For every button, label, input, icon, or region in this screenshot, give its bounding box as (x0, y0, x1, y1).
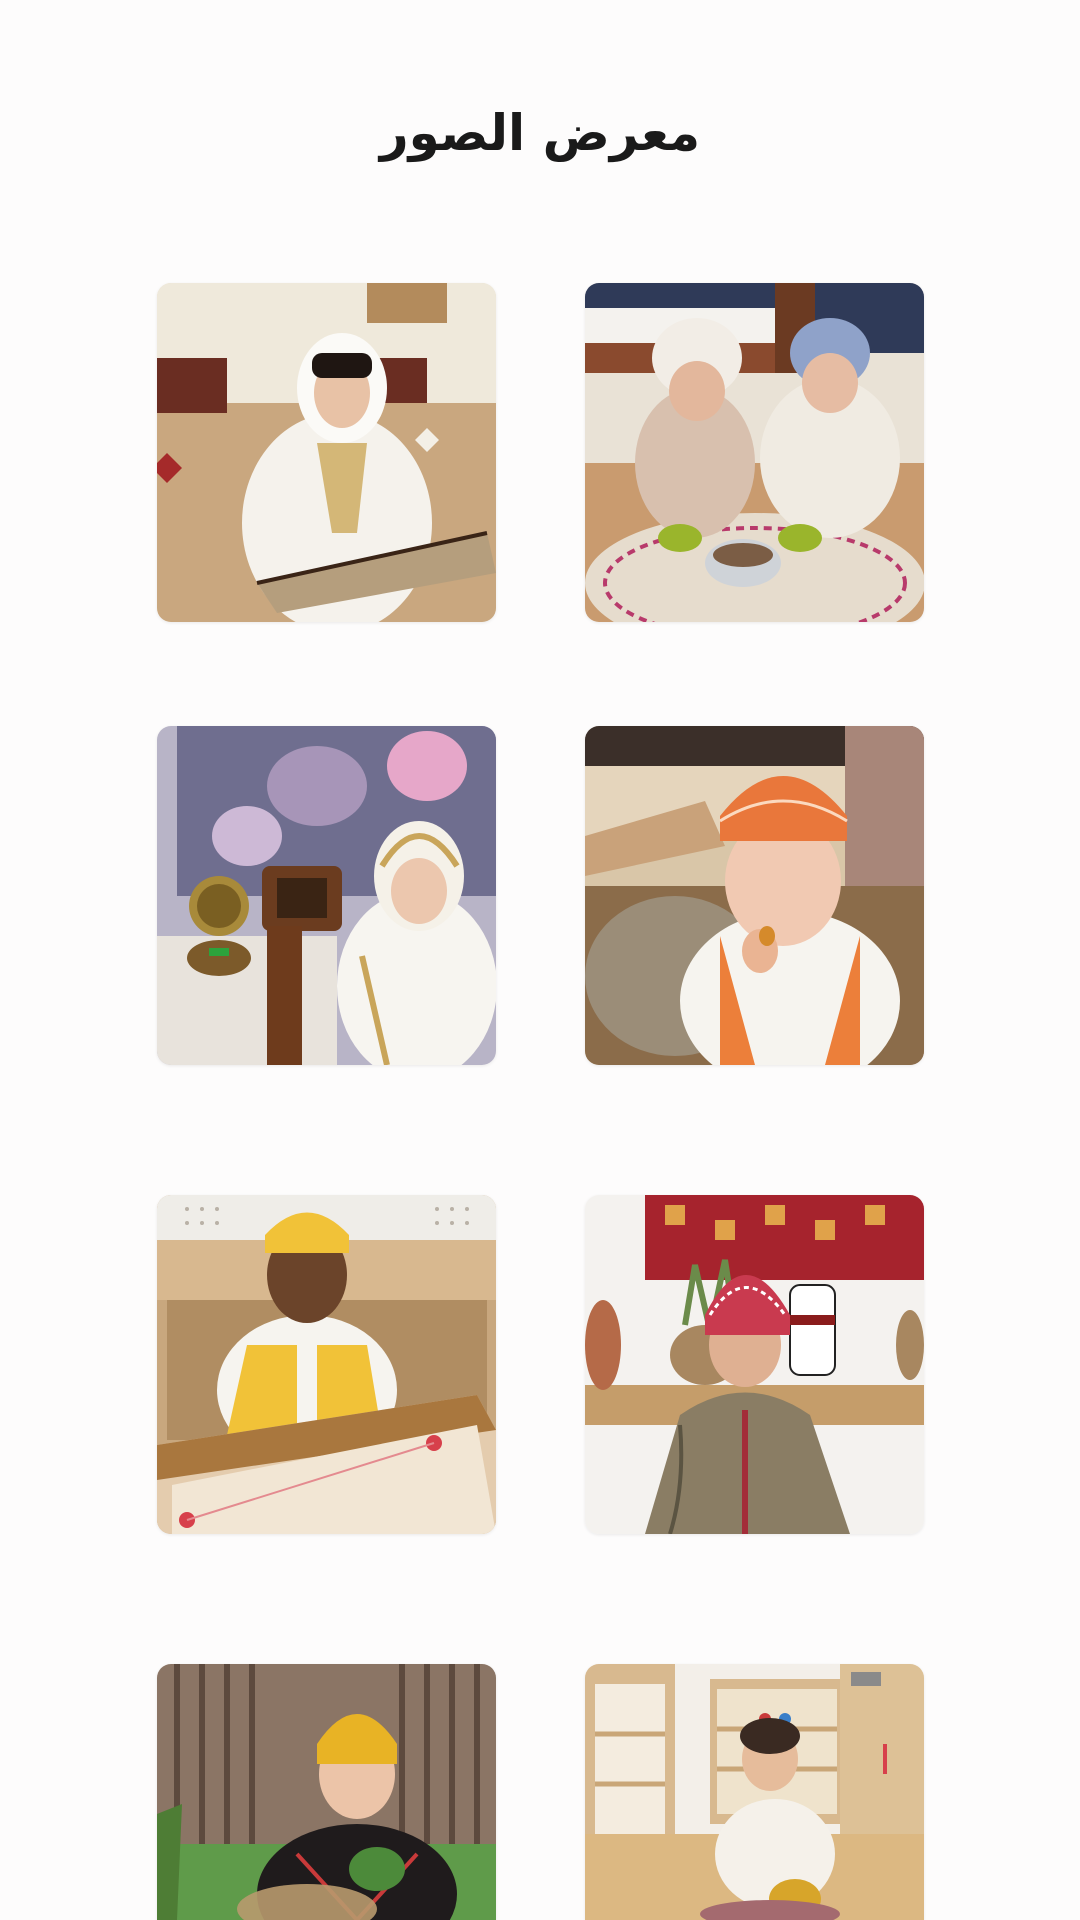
gallery-photo-girl-white-veil[interactable] (157, 283, 496, 622)
photo-girl-white-veil-image (157, 283, 496, 622)
gallery-photo-boy-with-teapot[interactable] (585, 1664, 924, 1920)
gallery-page: معرض الصور (0, 0, 1080, 1920)
photo-girl-yellow-scarf-image (157, 1664, 496, 1920)
photo-boy-orange-cap-image (585, 726, 924, 1065)
gallery-photo-girl-with-radio[interactable] (157, 726, 496, 1065)
photo-two-girls-eating-image (585, 283, 924, 622)
photo-boy-red-shemagh-image (585, 1195, 924, 1534)
gallery-photo-boy-orange-cap[interactable] (585, 726, 924, 1065)
photo-girl-with-radio-image (157, 726, 496, 1065)
gallery-photo-boy-red-shemagh[interactable] (585, 1195, 924, 1534)
gallery-photo-girl-yellow-scarf[interactable] (157, 1664, 496, 1920)
photo-boy-with-teapot-image (585, 1664, 924, 1920)
page-title: معرض الصور (379, 104, 701, 162)
photo-boy-yellow-vest-image (157, 1195, 496, 1534)
gallery-photo-boy-yellow-vest[interactable] (157, 1195, 496, 1534)
gallery-photo-two-girls-eating[interactable] (585, 283, 924, 622)
